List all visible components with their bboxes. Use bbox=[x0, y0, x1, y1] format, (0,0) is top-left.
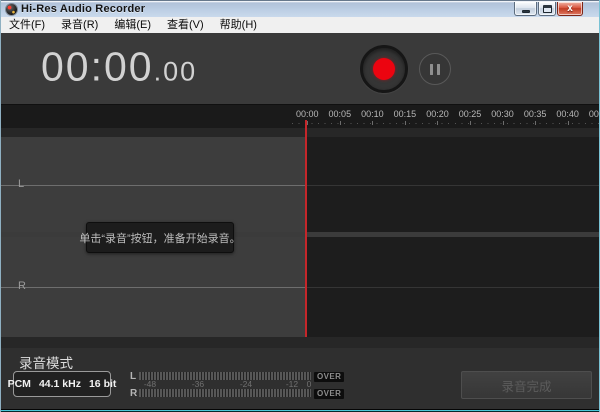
menu-item[interactable]: 录音(R) bbox=[53, 17, 106, 33]
minimize-button[interactable] bbox=[514, 2, 537, 16]
meter-scale-label: -12 bbox=[286, 379, 298, 389]
ruler-tick-label: 00:10 bbox=[356, 109, 389, 119]
meter-right-label: R bbox=[130, 388, 138, 399]
menu-item[interactable]: 编辑(E) bbox=[106, 17, 159, 33]
format-sample-rate: 44.1 kHz bbox=[39, 378, 81, 390]
meter-scale-label: -36 bbox=[192, 379, 204, 389]
ruler-tick-label: 00:25 bbox=[454, 109, 487, 119]
window-controls: x bbox=[513, 2, 583, 16]
format-badge[interactable]: PCM 44.1 kHz 16 bit bbox=[13, 371, 111, 397]
maximize-icon bbox=[543, 5, 552, 13]
ruler-labels: 00:0000:0500:1000:1500:2000:2500:3000:35… bbox=[291, 109, 599, 119]
menu-item[interactable]: 文件(F) bbox=[1, 17, 53, 33]
ruler-minor-ticks bbox=[292, 123, 599, 124]
maximize-button[interactable] bbox=[538, 2, 556, 16]
left-channel-label: L bbox=[18, 178, 24, 190]
ruler-tick-label: 00:40 bbox=[551, 109, 584, 119]
pause-bars-icon bbox=[437, 64, 440, 75]
menu-bar: 文件(F)录音(R)编辑(E)查看(V)帮助(H) bbox=[1, 17, 599, 33]
left-channel-centerline-played bbox=[1, 185, 305, 186]
timer-display: 00:00.00 bbox=[41, 43, 197, 90]
recording-done-button[interactable]: 录音完成 bbox=[461, 371, 592, 399]
playhead[interactable] bbox=[305, 120, 307, 337]
right-channel-label: R bbox=[18, 280, 26, 292]
format-codec: PCM bbox=[8, 378, 31, 390]
format-bit-depth: 16 bit bbox=[89, 378, 116, 390]
window-title: Hi-Res Audio Recorder bbox=[21, 3, 145, 15]
meter-right-track bbox=[139, 389, 311, 397]
ruler-tick-label: 00:05 bbox=[324, 109, 357, 119]
pause-bars-icon bbox=[430, 64, 433, 75]
ruler-tick-label: 00:30 bbox=[486, 109, 519, 119]
meter-scale-label: -48 bbox=[144, 379, 156, 389]
close-icon: x bbox=[567, 3, 573, 15]
recording-mode-label: 录音模式 bbox=[19, 352, 73, 372]
ruler-tick-label: 00:00 bbox=[291, 109, 324, 119]
timeline-ruler[interactable]: 00:0000:0500:1000:1500:2000:2500:3000:35… bbox=[1, 104, 599, 128]
ruler-tick-label: 00:35 bbox=[519, 109, 552, 119]
meter-scale-label: 0 bbox=[307, 379, 312, 389]
record-dot-icon bbox=[373, 58, 395, 80]
ruler-waveform-divider bbox=[1, 128, 599, 137]
pause-button[interactable] bbox=[419, 53, 451, 85]
footer-panel: 录音模式 PCM 44.1 kHz 16 bit L OVER -48-36-2… bbox=[1, 348, 599, 409]
transport-header: 00:00.00 bbox=[1, 33, 599, 104]
titlebar[interactable]: Hi-Res Audio Recorder x bbox=[1, 0, 599, 17]
meter-scale-label: -24 bbox=[240, 379, 252, 389]
meter-right-over-badge: OVER bbox=[314, 389, 344, 399]
meter-scale: -48 -36 -24 -12 0 bbox=[123, 379, 323, 388]
app-window: Hi-Res Audio Recorder x 文件(F)录音(R)编辑(E)查… bbox=[0, 0, 600, 412]
waveform-area[interactable]: L R 单击“录音”按钮，准备开始录音。 bbox=[1, 137, 599, 337]
timer-minutes-seconds: 00:00 bbox=[41, 43, 154, 89]
menu-item[interactable]: 查看(V) bbox=[159, 17, 212, 33]
ruler-tick-label: 00:20 bbox=[421, 109, 454, 119]
waveform-footer-divider bbox=[1, 337, 599, 348]
minimize-icon bbox=[522, 10, 530, 13]
record-button[interactable] bbox=[360, 45, 408, 93]
timer-fraction: .00 bbox=[154, 56, 198, 86]
ruler-tick-label: 00:45 bbox=[584, 109, 599, 119]
right-channel-centerline-played bbox=[1, 287, 305, 288]
ruler-tick-label: 00:15 bbox=[389, 109, 422, 119]
recorder-app-icon bbox=[6, 4, 17, 15]
hint-tooltip: 单击“录音”按钮，准备开始录音。 bbox=[86, 222, 234, 253]
menu-item[interactable]: 帮助(H) bbox=[212, 17, 265, 33]
close-button[interactable]: x bbox=[557, 2, 583, 16]
